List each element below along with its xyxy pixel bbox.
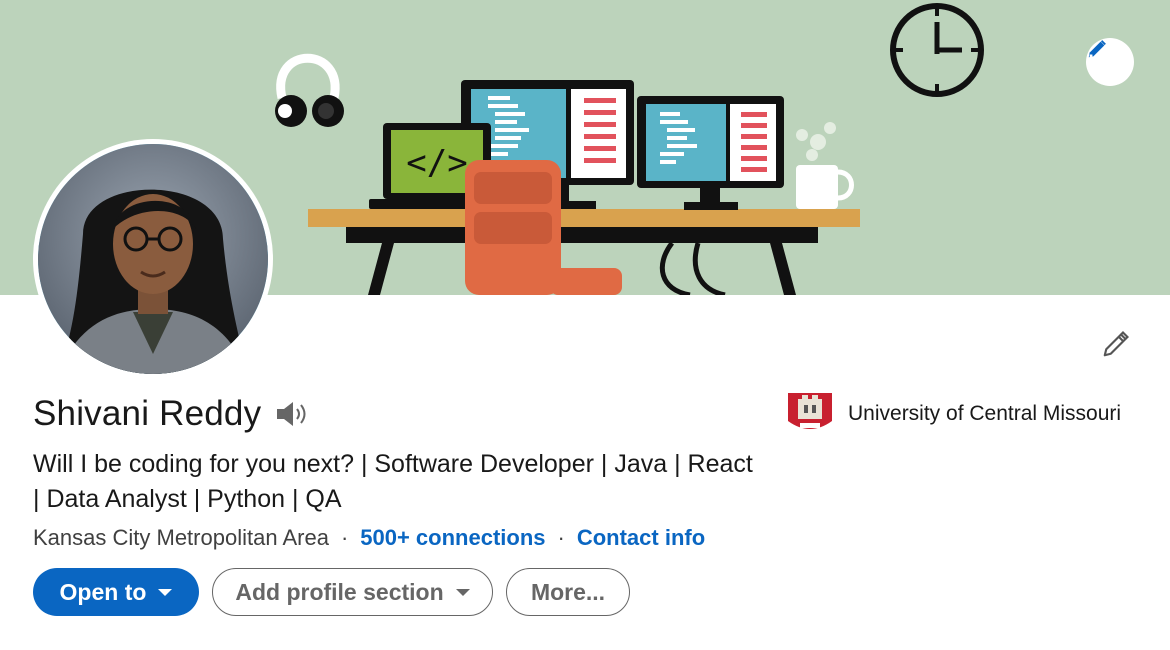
clock-illustration (890, 3, 984, 97)
profile-name: Shivani Reddy (33, 394, 262, 433)
add-profile-section-button[interactable]: Add profile section (212, 568, 493, 616)
edit-banner-button[interactable] (1086, 38, 1134, 86)
headphones-illustration (275, 53, 344, 127)
university-logo-icon (788, 393, 832, 429)
profile-photo[interactable] (33, 139, 273, 379)
location-row: Kansas City Metropolitan Area · 500+ con… (33, 525, 705, 551)
caret-down-icon (455, 588, 470, 596)
edit-intro-button[interactable] (1096, 324, 1136, 364)
name-row: Shivani Reddy (33, 394, 309, 434)
open-to-button[interactable]: Open to (33, 568, 199, 616)
open-to-label: Open to (59, 578, 147, 605)
pencil-icon (1103, 330, 1130, 357)
school-name: University of Central Missouri (848, 402, 1122, 425)
name-pronunciation-button[interactable] (275, 400, 309, 428)
profile-card: </> Shivani Reddy Will I be coding for y… (0, 0, 1170, 650)
separator-dot: · (557, 525, 565, 550)
avatar (38, 144, 268, 374)
profile-headline: Will I be coding for you next? | Softwar… (33, 450, 753, 513)
speaker-icon (277, 402, 306, 426)
avatar-portrait (38, 144, 268, 374)
more-button[interactable]: More... (506, 568, 630, 616)
profile-location: Kansas City Metropolitan Area (33, 525, 329, 550)
separator-dot: · (340, 525, 349, 550)
profile-actions: Open to Add profile section More... (33, 568, 630, 616)
add-section-label: Add profile section (235, 578, 444, 605)
pencil-icon (1088, 40, 1106, 58)
education-link[interactable]: University of Central Missouri (786, 391, 1121, 437)
connections-link[interactable]: 500+ connections (360, 525, 545, 551)
svg-text:</>: </> (406, 143, 467, 183)
contact-info-link[interactable]: Contact info (577, 525, 705, 551)
caret-down-icon (158, 588, 173, 596)
